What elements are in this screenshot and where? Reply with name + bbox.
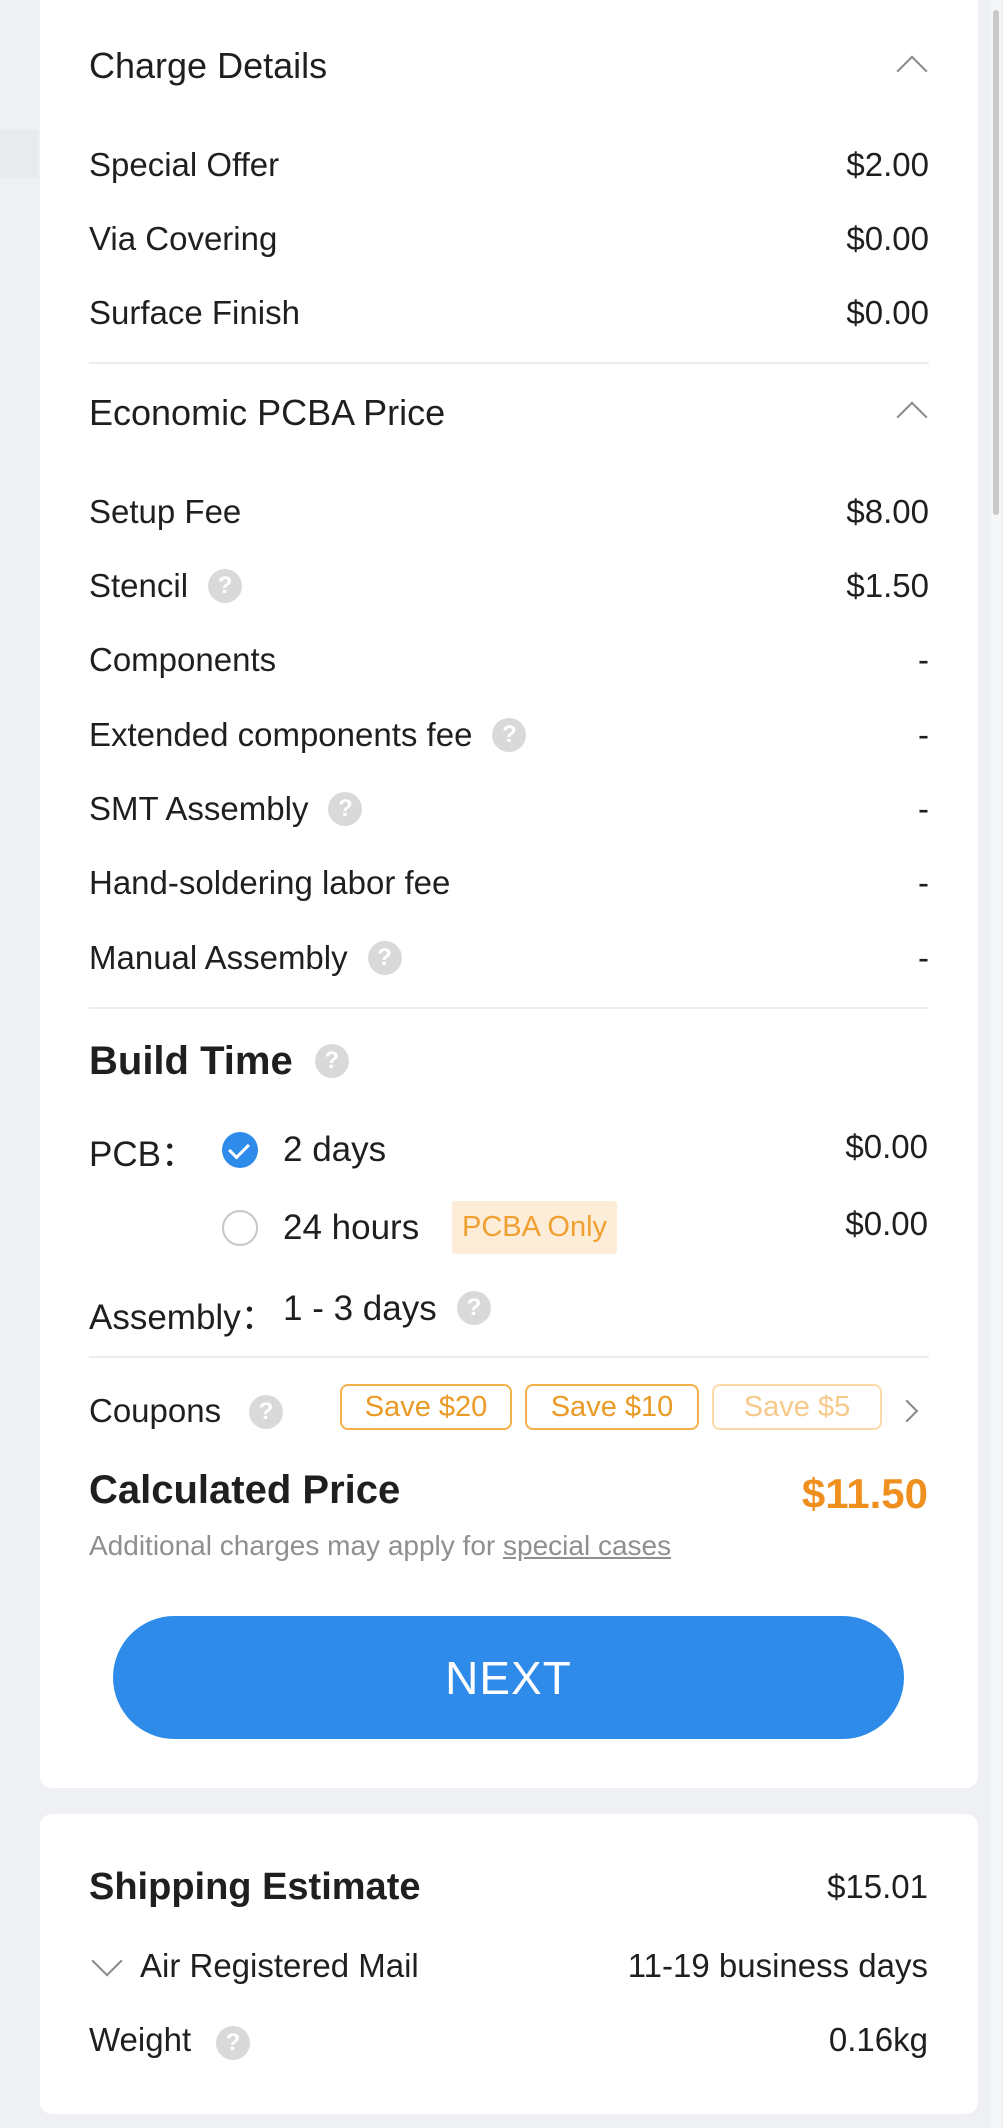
pcba-row-stencil: Stencil? $1.50 [89,564,929,608]
pcba-value: - [918,716,929,753]
charge-value: $0.00 [846,220,929,257]
pcba-row-manual-assembly: Manual Assembly? - [89,936,929,980]
price-note-text: Additional charges may apply for [89,1530,503,1561]
radio-24-hours[interactable] [222,1210,258,1246]
help-icon[interactable]: ? [208,569,243,603]
charge-value: $2.00 [846,146,929,183]
shipping-title: Shipping Estimate [89,1866,421,1908]
pcba-value: - [918,790,929,827]
pcb-label: PCB： [89,1135,196,1174]
scrollbar-thumb[interactable] [993,10,999,515]
weight-label: Weight [89,2021,192,2058]
charge-row-special-offer: Special Offer $2.00 [89,143,929,187]
pcba-label: SMT Assembly [89,790,309,827]
pcba-price-title: Economic PCBA Price [89,392,446,433]
help-icon[interactable]: ? [216,2026,250,2060]
help-icon[interactable]: ? [492,718,527,752]
pcba-row-hand-soldering: Hand-soldering labor fee - [89,861,929,905]
calculated-price-value: $11.50 [801,1470,928,1517]
charge-row-surface-finish: Surface Finish $0.00 [89,291,929,335]
coupons-label: Coupons [89,1392,222,1429]
side-panel-tab[interactable] [0,130,38,178]
pcba-price-header[interactable]: Economic PCBA Price [89,390,929,436]
assembly-value: 1 - 3 days [283,1289,437,1328]
charge-details-title: Charge Details [89,45,328,86]
divider [89,1356,929,1358]
pcba-only-badge: PCBA Only [452,1201,618,1254]
build-time-title: Build Time [89,1038,293,1083]
pcba-value: - [918,939,929,976]
collapse-chevron-up-icon[interactable] [896,401,928,433]
collapse-chevron-up-icon[interactable] [896,55,928,87]
charge-label: Special Offer [89,146,280,183]
pcba-label: Extended components fee [89,716,473,753]
pcba-row-smt-assembly: SMT Assembly? - [89,787,929,831]
divider [89,362,929,364]
weight-value: 0.16kg [828,2021,928,2058]
help-icon[interactable]: ? [367,941,402,975]
pcba-row-setup-fee: Setup Fee $8.00 [89,490,929,534]
calculated-price-label: Calculated Price [89,1468,401,1512]
pcba-label: Components [89,641,277,678]
pcba-value: - [918,641,929,678]
coupon-save-10[interactable]: Save $10 [525,1384,699,1430]
pcba-value: $8.00 [846,493,929,530]
pcba-label: Manual Assembly [89,939,348,976]
pcba-row-components: Components - [89,638,929,682]
pcba-label: Stencil [89,567,189,604]
divider [89,1007,929,1009]
coupon-save-5[interactable]: Save $5 [712,1384,882,1430]
help-icon[interactable]: ? [249,1395,283,1429]
shipping-total: $15.01 [827,1868,928,1905]
pcba-label: Hand-soldering labor fee [89,864,451,901]
option-2-days-label[interactable]: 2 days [283,1130,386,1170]
help-icon[interactable]: ? [457,1291,491,1325]
assembly-label: Assembly： [89,1298,276,1337]
pcba-value: $1.50 [846,567,929,604]
charge-value: $0.00 [846,294,929,331]
help-icon[interactable]: ? [314,1044,349,1078]
radio-2-days[interactable] [222,1132,258,1168]
next-button[interactable]: NEXT [113,1616,904,1739]
pcba-row-extended-components: Extended components fee? - [89,713,929,757]
special-cases-link[interactable]: special cases [503,1530,671,1561]
help-icon[interactable]: ? [328,792,363,826]
price-note: Additional charges may apply for special… [89,1530,671,1562]
option-24-hours-price: $0.00 [845,1205,928,1242]
pcba-label: Setup Fee [89,493,242,530]
pcba-value: - [918,864,929,901]
coupon-save-20[interactable]: Save $20 [340,1384,512,1430]
build-time-header: Build Time ? [89,1036,929,1086]
charge-label: Surface Finish [89,294,300,331]
option-24-hours-label[interactable]: 24 hours [283,1208,419,1248]
charge-row-via-covering: Via Covering $0.00 [89,217,929,261]
charge-label: Via Covering [89,220,278,257]
shipping-method[interactable]: Air Registered Mail [140,1947,419,1985]
option-2-days-price: $0.00 [845,1128,928,1165]
charge-details-header[interactable]: Charge Details [89,42,929,90]
shipping-duration: 11-19 business days [627,1947,928,1984]
